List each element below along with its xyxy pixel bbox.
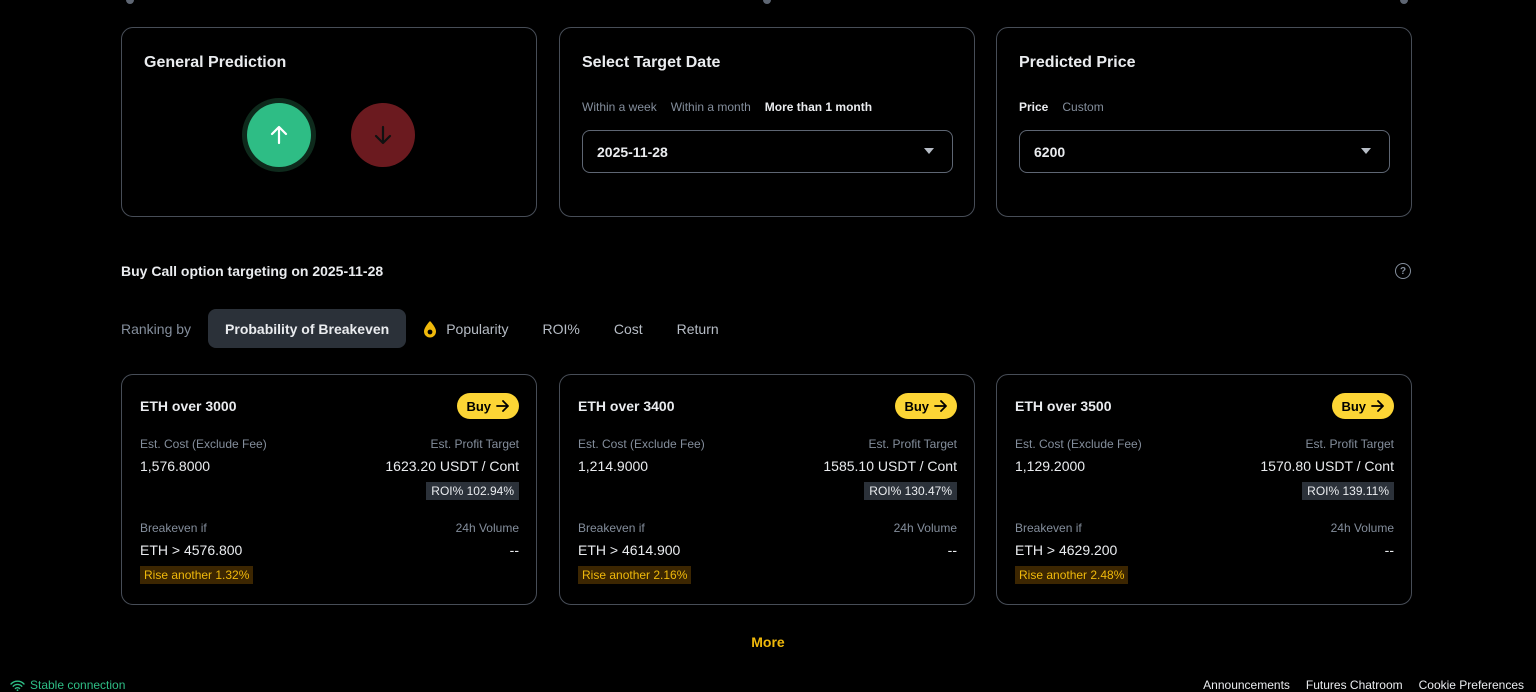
- buy-button[interactable]: Buy: [1332, 393, 1394, 419]
- arrow-down-icon: [374, 125, 392, 145]
- tab-popularity[interactable]: Popularity: [406, 309, 525, 348]
- card-title: ETH over 3400: [578, 398, 675, 414]
- general-prediction-panel: General Prediction: [121, 27, 537, 217]
- est-cost-label: Est. Cost (Exclude Fee): [140, 437, 267, 451]
- tab-more-than-month[interactable]: More than 1 month: [765, 100, 872, 114]
- ranking-label: Ranking by: [121, 320, 192, 337]
- tab-within-month[interactable]: Within a month: [671, 100, 751, 114]
- est-cost-value: 1,214.9000: [578, 458, 649, 474]
- buy-label: Buy: [466, 398, 491, 414]
- tab-within-week[interactable]: Within a week: [582, 100, 657, 114]
- buy-label: Buy: [904, 398, 929, 414]
- volume-label: 24h Volume: [893, 521, 957, 535]
- option-card: ETH over 3400 Buy Est. Cost (Exclude Fee…: [559, 374, 975, 605]
- breakeven-label: Breakeven if: [140, 521, 207, 535]
- roi-badge: ROI% 102.94%: [426, 482, 519, 500]
- date-range-tabs: Within a week Within a month More than 1…: [582, 100, 872, 114]
- top-scroll-markers: [0, 0, 1536, 4]
- arrow-right-icon: [496, 400, 509, 412]
- buy-button[interactable]: Buy: [457, 393, 519, 419]
- panel-title: General Prediction: [144, 54, 287, 71]
- footer-links: Announcements Futures Chatroom Cookie Pr…: [1203, 678, 1524, 692]
- caret-down-icon: [924, 148, 934, 154]
- futures-chatroom-link[interactable]: Futures Chatroom: [1306, 678, 1403, 692]
- price-mode-tabs: Price Custom: [1019, 100, 1104, 114]
- volume-value: --: [509, 542, 519, 558]
- marker-dot: [126, 0, 134, 4]
- predicted-price-panel: Predicted Price Price Custom 6200: [996, 27, 1412, 217]
- tab-custom[interactable]: Custom: [1062, 100, 1103, 114]
- est-profit-value: 1570.80 USDT / Cont: [1260, 458, 1394, 474]
- target-date-select[interactable]: 2025-11-28: [582, 130, 953, 173]
- roi-badge: ROI% 139.11%: [1302, 482, 1394, 500]
- ranking-tabs: Ranking by Probability of Breakeven Popu…: [121, 309, 736, 348]
- buy-label: Buy: [1341, 398, 1366, 414]
- est-profit-label: Est. Profit Target: [430, 437, 519, 451]
- tab-label: Popularity: [446, 320, 509, 337]
- target-date-panel: Select Target Date Within a week Within …: [559, 27, 975, 217]
- option-card: ETH over 3500 Buy Est. Cost (Exclude Fee…: [996, 374, 1412, 605]
- arrow-right-icon: [934, 400, 947, 412]
- roi-badge: ROI% 130.47%: [864, 482, 957, 500]
- predicted-price-select[interactable]: 6200: [1019, 130, 1390, 173]
- panel-title: Select Target Date: [582, 54, 721, 71]
- help-icon[interactable]: ?: [1395, 263, 1411, 279]
- est-cost-value: 1,129.2000: [1015, 458, 1086, 474]
- volume-value: --: [947, 542, 957, 558]
- marker-dot: [763, 0, 771, 4]
- est-cost-value: 1,576.8000: [140, 458, 211, 474]
- predict-up-button[interactable]: [242, 98, 316, 172]
- link-label: Announcements: [1203, 678, 1290, 692]
- wifi-icon: [10, 680, 25, 691]
- connection-status: Stable connection: [10, 678, 125, 692]
- fire-icon: [423, 320, 437, 338]
- arrow-right-icon: [1371, 400, 1384, 412]
- est-cost-label: Est. Cost (Exclude Fee): [578, 437, 705, 451]
- volume-value: --: [1384, 542, 1394, 558]
- breakeven-label: Breakeven if: [1015, 521, 1082, 535]
- est-profit-value: 1585.10 USDT / Cont: [823, 458, 957, 474]
- caret-down-icon: [1361, 148, 1371, 154]
- announcements-link[interactable]: Announcements: [1203, 678, 1290, 692]
- breakeven-value: ETH > 4576.800: [140, 542, 243, 558]
- est-cost-label: Est. Cost (Exclude Fee): [1015, 437, 1142, 451]
- buy-button[interactable]: Buy: [895, 393, 957, 419]
- breakeven-value: ETH > 4629.200: [1015, 542, 1118, 558]
- breakeven-label: Breakeven if: [578, 521, 645, 535]
- tab-probability-breakeven[interactable]: Probability of Breakeven: [208, 309, 407, 348]
- more-link-row: More: [0, 634, 1536, 650]
- tab-price[interactable]: Price: [1019, 100, 1048, 114]
- tab-return[interactable]: Return: [660, 309, 736, 348]
- est-profit-label: Est. Profit Target: [1305, 437, 1394, 451]
- est-profit-value: 1623.20 USDT / Cont: [385, 458, 519, 474]
- volume-label: 24h Volume: [455, 521, 519, 535]
- cookie-preferences-link[interactable]: Cookie Preferences: [1419, 678, 1524, 692]
- selected-price: 6200: [1034, 143, 1066, 160]
- section-title: Buy Call option targeting on 2025-11-28: [121, 263, 384, 279]
- marker-dot: [1400, 0, 1408, 4]
- rise-badge: Rise another 2.48%: [1015, 566, 1129, 584]
- rise-badge: Rise another 2.16%: [578, 566, 692, 584]
- rise-badge: Rise another 1.32%: [140, 566, 254, 584]
- predict-down-button[interactable]: [351, 103, 415, 167]
- panel-title: Predicted Price: [1019, 54, 1136, 71]
- more-link[interactable]: More: [751, 634, 784, 650]
- option-card: ETH over 3000 Buy Est. Cost (Exclude Fee…: [121, 374, 537, 605]
- arrow-up-icon: [270, 125, 288, 145]
- est-profit-label: Est. Profit Target: [868, 437, 957, 451]
- card-title: ETH over 3500: [1015, 398, 1112, 414]
- card-title: ETH over 3000: [140, 398, 237, 414]
- tab-cost[interactable]: Cost: [597, 309, 660, 348]
- volume-label: 24h Volume: [1330, 521, 1394, 535]
- tab-roi[interactable]: ROI%: [525, 309, 596, 348]
- selected-date: 2025-11-28: [597, 143, 668, 160]
- breakeven-value: ETH > 4614.900: [578, 542, 681, 558]
- connection-status-text: Stable connection: [30, 678, 126, 692]
